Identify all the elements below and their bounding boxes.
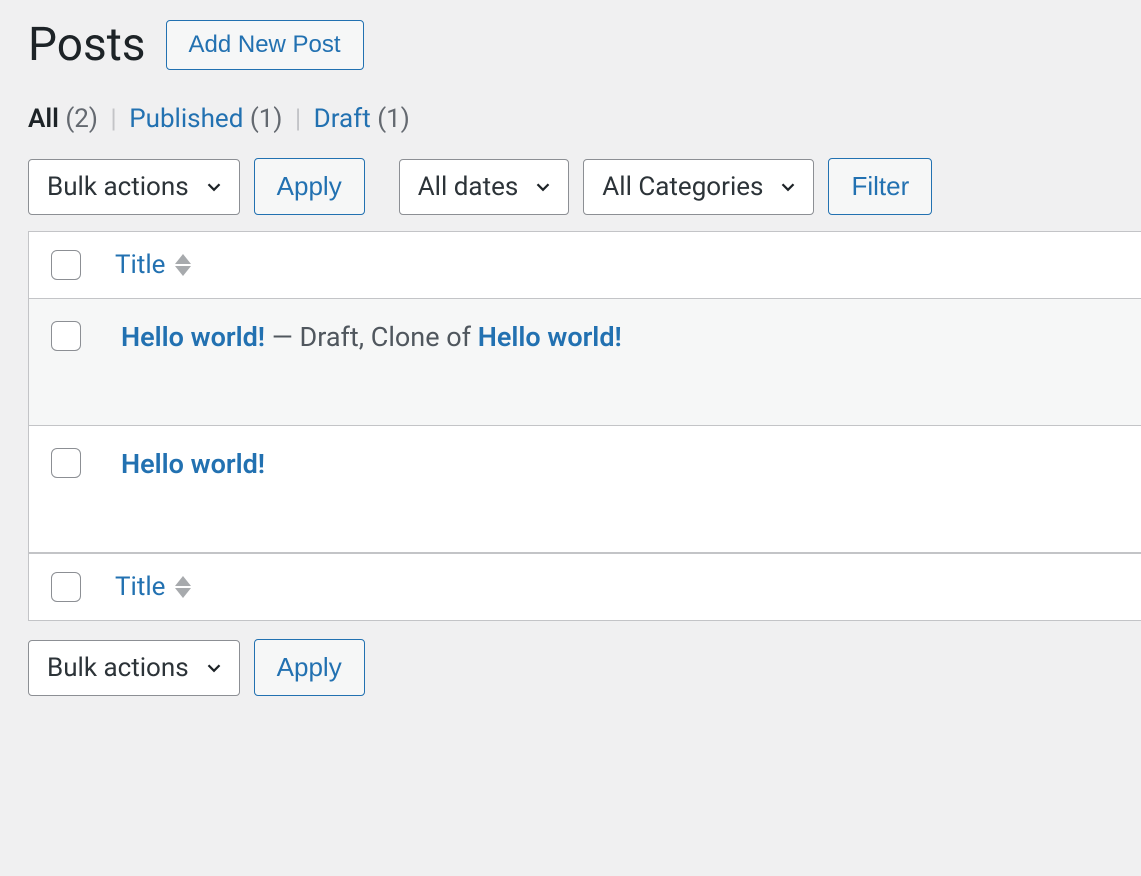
status-filter-bar: All (2) | Published (1) | Draft (1): [28, 104, 1141, 134]
post-title-link[interactable]: Hello world!: [121, 448, 265, 480]
caret-down-icon: [175, 588, 191, 598]
bulk-actions-label: Bulk actions: [47, 172, 189, 202]
bulk-actions-select-bottom[interactable]: Bulk actions: [28, 640, 240, 696]
separator: |: [110, 104, 116, 134]
chevron-down-icon: [203, 176, 225, 198]
add-new-post-button[interactable]: Add New Post: [166, 20, 364, 70]
table-row: Hello world! — Draft, Clone of Hello wor…: [29, 299, 1141, 426]
sort-icon[interactable]: [175, 576, 191, 598]
caret-down-icon: [175, 266, 191, 276]
chevron-down-icon: [203, 657, 225, 679]
dates-label: All dates: [418, 172, 519, 202]
table-row: Hello world!: [29, 426, 1141, 553]
title-column-footer[interactable]: Title: [115, 572, 165, 602]
table-footer-row: Title: [29, 553, 1141, 620]
post-title-link[interactable]: Hello world!: [121, 321, 265, 353]
select-all-checkbox-footer[interactable]: [51, 572, 81, 602]
bulk-actions-select[interactable]: Bulk actions: [28, 159, 240, 215]
categories-select[interactable]: All Categories: [583, 159, 814, 215]
filter-all-count: (2): [65, 104, 98, 134]
page-title: Posts: [28, 18, 146, 72]
filter-button[interactable]: Filter: [828, 158, 932, 215]
caret-up-icon: [175, 254, 191, 264]
caret-up-icon: [175, 576, 191, 586]
categories-label: All Categories: [602, 172, 763, 202]
clone-of-link[interactable]: Hello world!: [478, 321, 622, 353]
title-column-header[interactable]: Title: [115, 250, 165, 280]
row-checkbox[interactable]: [51, 448, 81, 478]
row-checkbox[interactable]: [51, 321, 81, 351]
filter-published[interactable]: Published (1): [129, 104, 289, 134]
dates-select[interactable]: All dates: [399, 159, 570, 215]
chevron-down-icon: [777, 176, 799, 198]
separator: |: [295, 104, 301, 134]
chevron-down-icon: [532, 176, 554, 198]
posts-table: Title Hello world! — Draft, Clone of Hel…: [28, 231, 1141, 621]
select-all-checkbox[interactable]: [51, 250, 81, 280]
filter-all[interactable]: All (2): [28, 104, 104, 134]
table-header-row: Title: [29, 232, 1141, 299]
sort-icon[interactable]: [175, 254, 191, 276]
filter-all-label: All: [28, 104, 59, 134]
apply-bulk-button-bottom[interactable]: Apply: [254, 639, 365, 696]
apply-bulk-button[interactable]: Apply: [254, 158, 365, 215]
filter-draft-label: Draft: [314, 104, 371, 134]
bulk-actions-label-bottom: Bulk actions: [47, 653, 189, 683]
filter-draft-count: (1): [377, 104, 410, 134]
filter-draft[interactable]: Draft (1): [314, 104, 410, 134]
filter-published-count: (1): [250, 104, 283, 134]
post-status-suffix: — Draft, Clone of: [265, 321, 478, 353]
filter-published-label: Published: [129, 104, 243, 134]
